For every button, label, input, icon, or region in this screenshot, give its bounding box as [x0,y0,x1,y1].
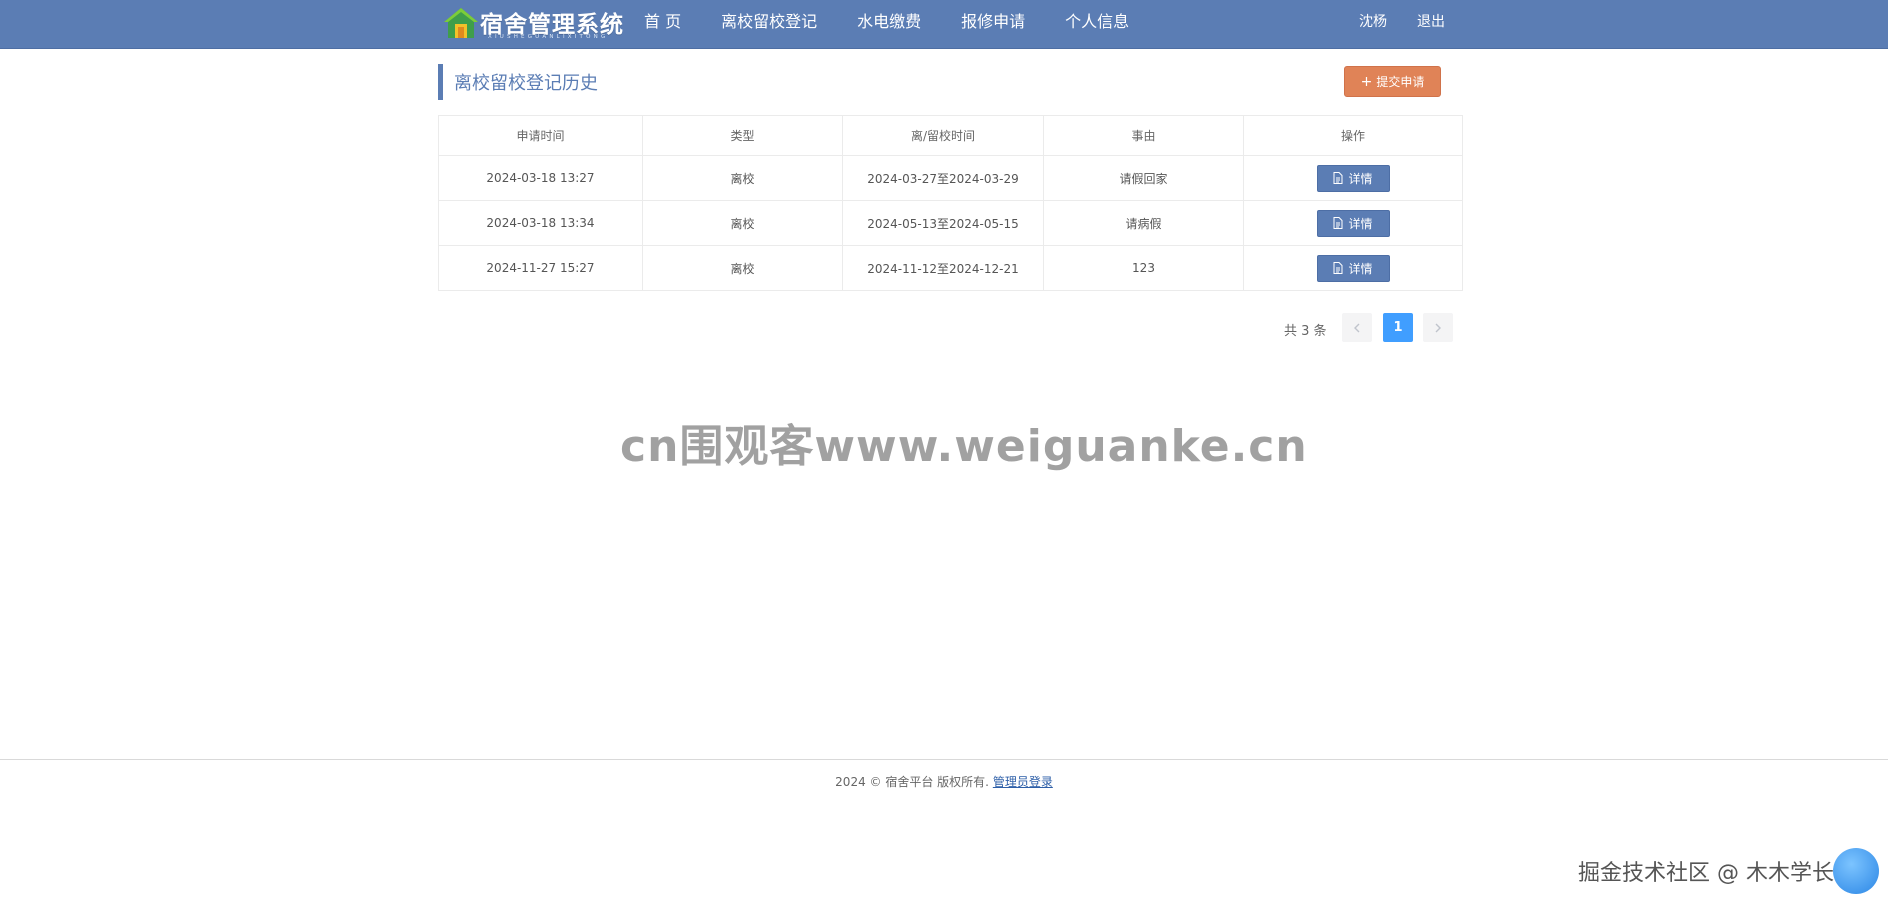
footer-copyright: 2024 © 宿舍平台 版权所有. [835,775,989,789]
top-nav-bar: 宿舍管理系统 XIUSHEGUANLIXITONG 首 页 离校留校登记 水电缴… [0,0,1888,49]
cell-reason: 请病假 [1043,200,1244,246]
detail-button[interactable]: 详情 [1316,254,1390,282]
prev-page-button[interactable] [1342,313,1372,342]
corner-watermark: 掘金技术社区 @ 木木学长 [1578,861,1834,886]
logout-link[interactable]: 退出 [1402,0,1460,49]
table-row: 2024-03-18 13:34 离校 2024-05-13至2024-05-1… [438,200,1463,246]
plus-icon: + [1360,73,1373,90]
footer: 2024 © 宿舍平台 版权所有. 管理员登录 [0,773,1888,790]
table-row: 2024-03-18 13:27 离校 2024-03-27至2024-03-2… [438,155,1463,201]
user-area: 沈杨 退出 [1344,0,1460,49]
document-icon [1333,172,1343,184]
top-nav-inner: 宿舍管理系统 XIUSHEGUANLIXITONG 首 页 离校留校登记 水电缴… [438,0,1460,49]
chevron-right-icon [1435,323,1441,332]
page-title: 离校留校登记历史 [454,73,598,94]
pagination-total: 共 3 条 [1284,324,1327,339]
cell-type: 离校 [642,245,843,291]
detail-button-label: 详情 [1348,216,1373,231]
nav-repair-request[interactable]: 报修申请 [941,0,1045,49]
site-logo[interactable]: 宿舍管理系统 XIUSHEGUANLIXITONG [442,3,623,43]
cell-apply-time: 2024-03-18 13:27 [438,155,643,201]
detail-button-label: 详情 [1348,261,1373,276]
main-nav: 首 页 离校留校登记 水电缴费 报修申请 个人信息 [634,0,1149,49]
watermark-text: cn围观客www.weiguanke.cn [620,421,1308,472]
user-name-link[interactable]: 沈杨 [1344,0,1402,49]
column-header-action: 操作 [1243,115,1463,156]
nav-leave-stay-registration[interactable]: 离校留校登记 [701,0,837,49]
registration-history-table: 申请时间 类型 离/留校时间 事由 操作 2024-03-18 13:27 离校… [438,115,1463,291]
column-header-reason: 事由 [1043,115,1244,156]
cell-action: 详情 [1243,200,1463,246]
admin-login-link[interactable]: 管理员登录 [993,775,1053,789]
nav-utility-payment[interactable]: 水电缴费 [837,0,941,49]
cell-reason: 123 [1043,245,1244,291]
cell-period: 2024-03-27至2024-03-29 [842,155,1044,201]
house-logo-icon [444,8,478,38]
cell-period: 2024-05-13至2024-05-15 [842,200,1044,246]
column-header-period: 离/留校时间 [842,115,1044,156]
document-icon [1333,217,1343,229]
table-row: 2024-11-27 15:27 离校 2024-11-12至2024-12-2… [438,245,1463,291]
cell-apply-time: 2024-11-27 15:27 [438,245,643,291]
column-header-apply-time: 申请时间 [438,115,643,156]
cell-period: 2024-11-12至2024-12-21 [842,245,1044,291]
cell-action: 详情 [1243,155,1463,201]
page-number-current[interactable]: 1 [1383,313,1413,342]
detail-button[interactable]: 详情 [1316,164,1390,192]
logo-subtitle: XIUSHEGUANLIXITONG [488,34,609,40]
cell-apply-time: 2024-03-18 13:34 [438,200,643,246]
pagination: 共 3 条 1 [438,313,1462,343]
detail-button-label: 详情 [1348,171,1373,186]
submit-application-label: 提交申请 [1376,75,1425,89]
cell-action: 详情 [1243,245,1463,291]
submit-application-button[interactable]: + 提交申请 [1344,66,1441,97]
page-header: 离校留校登记历史 + 提交申请 [438,62,1462,100]
document-icon [1333,262,1343,274]
nav-personal-info[interactable]: 个人信息 [1045,0,1149,49]
column-header-type: 类型 [642,115,843,156]
floating-bubble-icon[interactable] [1833,848,1879,894]
footer-divider [0,759,1888,760]
cell-reason: 请假回家 [1043,155,1244,201]
main-content: 离校留校登记历史 + 提交申请 申请时间 类型 离/留校时间 事由 操作 202… [438,62,1463,342]
cell-type: 离校 [642,200,843,246]
next-page-button[interactable] [1423,313,1453,342]
nav-home[interactable]: 首 页 [634,0,701,49]
detail-button[interactable]: 详情 [1316,209,1390,237]
title-accent-bar [438,64,443,100]
cell-type: 离校 [642,155,843,201]
table-header-row: 申请时间 类型 离/留校时间 事由 操作 [438,115,1463,156]
chevron-left-icon [1354,323,1360,332]
